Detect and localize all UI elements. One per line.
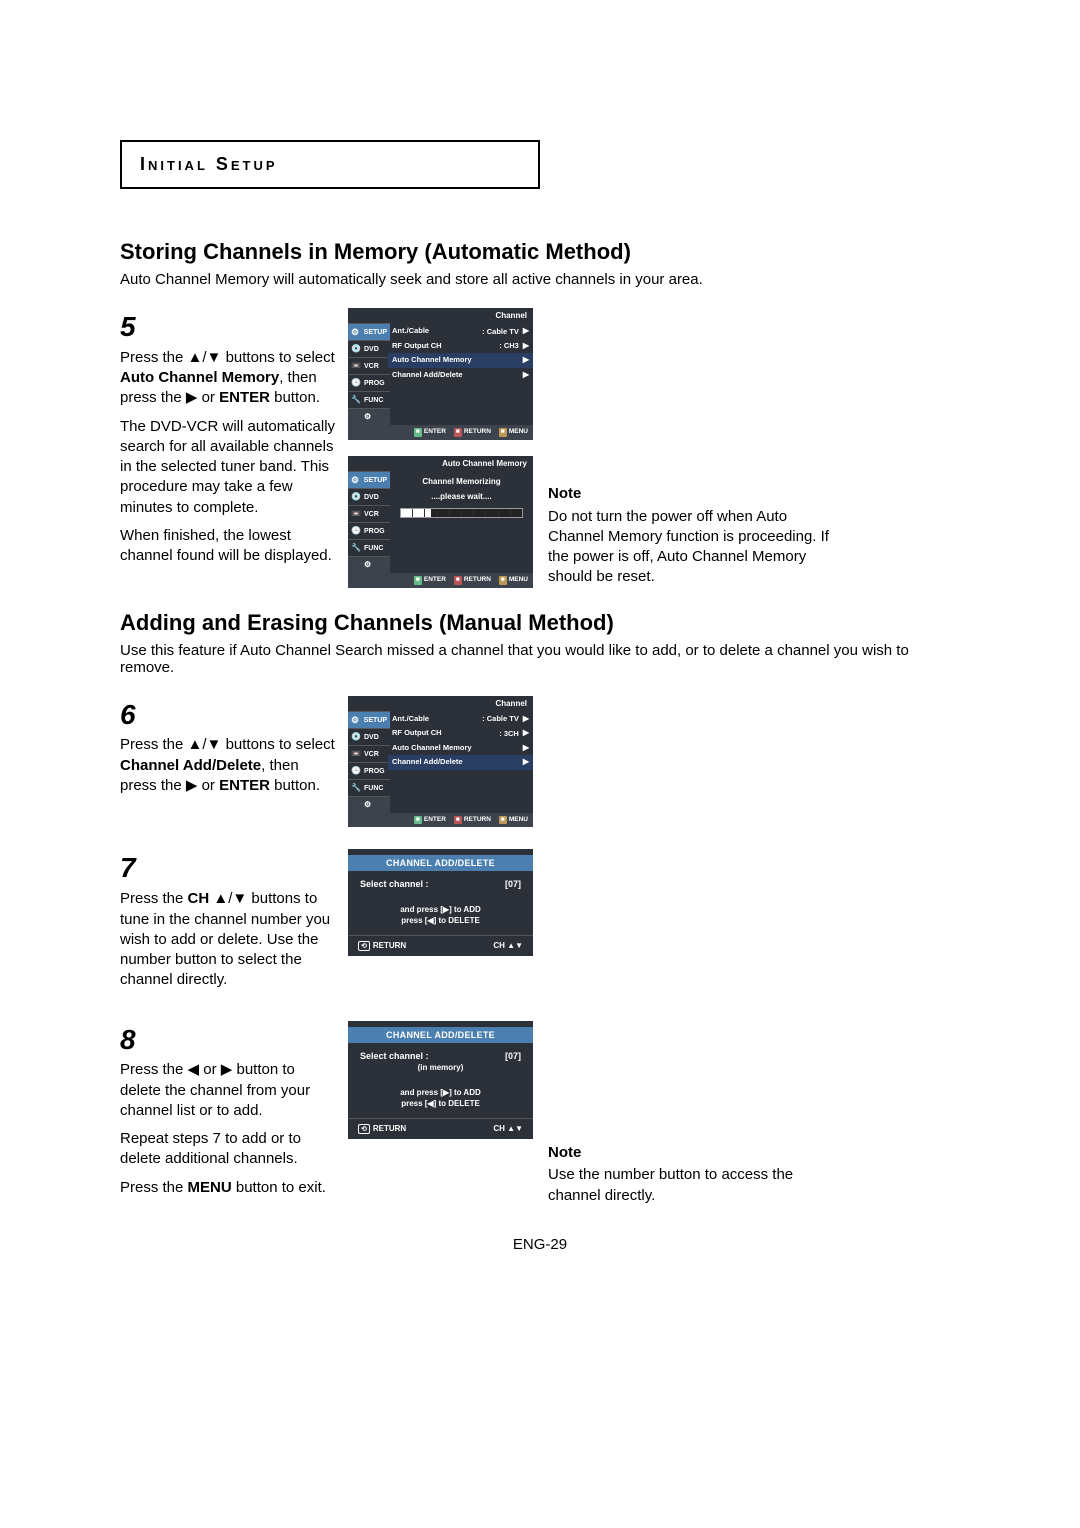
osd-title: Channel (348, 696, 533, 711)
osd-tabs: SETUP DVD VCR PROG FUNC (348, 323, 390, 425)
settings-icon (364, 412, 374, 422)
return-icon: ⟲ (358, 941, 370, 951)
left-icon: ◀ (188, 1061, 200, 1078)
instr-delete: press [◀] to DELETE (360, 1099, 521, 1108)
clock-icon (351, 378, 361, 388)
ch-updown: CH ▲▼ (493, 1124, 523, 1134)
step7-row: 7 Press the CH ▲/▼ buttons to tune in th… (120, 849, 960, 998)
note-text: Do not turn the power off when Auto Chan… (548, 507, 843, 588)
chevron-right-icon: ▶ (523, 326, 529, 336)
step8-p3: Press the MENU button to exit. (120, 1178, 338, 1198)
note1: Note Do not turn the power off when Auto… (548, 484, 843, 587)
step8-p1: Press the ◀ or ▶ button to delete the ch… (120, 1060, 338, 1121)
gear-icon (351, 475, 361, 485)
osd-title: Auto Channel Memory (348, 456, 533, 471)
disc-icon (351, 492, 361, 502)
header-title: Initial Setup (140, 154, 278, 174)
progress-bar (400, 508, 523, 518)
osd-channel-menu: Channel SETUP DVD VCR PROG FUNC Ant./Cab… (348, 308, 533, 440)
tape-icon (351, 361, 361, 371)
step5-p1: Press the ▲/▼ buttons to select Auto Cha… (120, 348, 338, 409)
step5-screens: Channel SETUP DVD VCR PROG FUNC Ant./Cab… (348, 308, 538, 588)
note-label: Note (548, 484, 843, 504)
step7-number: 7 (120, 849, 338, 887)
section1-heading: Storing Channels in Memory (Automatic Me… (120, 239, 960, 265)
page-number: ENG-29 (120, 1236, 960, 1253)
step6-text: 6 Press the ▲/▼ buttons to select Channe… (120, 696, 338, 828)
step8-number: 8 (120, 1021, 338, 1059)
step7-text: 7 Press the CH ▲/▼ buttons to tune in th… (120, 849, 338, 998)
progress-area: Channel Memorizing ....please wait.... (390, 471, 533, 573)
osd-heading: CHANNEL ADD/DELETE (348, 855, 533, 871)
disc-icon (351, 732, 361, 742)
section1-intro: Auto Channel Memory will automatically s… (120, 271, 960, 288)
tape-icon (351, 509, 361, 519)
return-icon: ⟲ (358, 1124, 370, 1134)
chevron-right-icon: ▶ (523, 714, 529, 724)
step5-p2: The DVD-VCR will automatically search fo… (120, 417, 338, 518)
func-icon (351, 395, 361, 405)
instr-add: and press [▶] to ADD (360, 905, 521, 914)
chevron-right-icon: ▶ (523, 757, 529, 767)
osd-auto-channel-memory: Auto Channel Memory SETUP DVD VCR PROG F… (348, 456, 533, 588)
gear-icon (351, 327, 361, 337)
section2-heading: Adding and Erasing Channels (Manual Meth… (120, 610, 960, 636)
osd-footer: ■ENTER ■RETURN ■MENU (348, 425, 533, 439)
gear-icon (351, 715, 361, 725)
settings-icon (364, 560, 374, 570)
osd-channel-add-delete-2: CHANNEL ADD/DELETE Select channel :[07] … (348, 1021, 533, 1139)
right-icon: ▶ (221, 1061, 233, 1078)
step5-text: 5 Press the ▲/▼ buttons to select Auto C… (120, 308, 338, 588)
manual-page: Initial Setup Storing Channels in Memory… (0, 0, 1080, 1293)
osd-heading: CHANNEL ADD/DELETE (348, 1027, 533, 1043)
instr-add: and press [▶] to ADD (360, 1088, 521, 1097)
disc-icon (351, 344, 361, 354)
settings-icon (364, 800, 374, 810)
osd-channel-add-delete: CHANNEL ADD/DELETE Select channel :[07] … (348, 849, 533, 956)
step5-row: 5 Press the ▲/▼ buttons to select Auto C… (120, 308, 960, 588)
chevron-right-icon: ▶ (523, 743, 529, 753)
note-label: Note (548, 1143, 843, 1163)
step5-number: 5 (120, 308, 338, 346)
note2: Note Use the number button to access the… (548, 1143, 843, 1206)
osd-channel-menu-2: Channel SETUP DVD VCR PROG FUNC Ant./Cab… (348, 696, 533, 828)
in-memory-label: (in memory) (360, 1063, 521, 1072)
play-icon: ▶ (186, 389, 198, 406)
step8-text: 8 Press the ◀ or ▶ button to delete the … (120, 1021, 338, 1206)
step7-p1: Press the CH ▲/▼ buttons to tune in the … (120, 889, 338, 990)
func-icon (351, 543, 361, 553)
ch-updown: CH ▲▼ (493, 941, 523, 951)
note-text: Use the number button to access the chan… (548, 1165, 843, 1206)
osd-footer: ■ENTER ■RETURN ■MENU (348, 573, 533, 587)
step8-p2: Repeat steps 7 to add or to delete addit… (120, 1129, 338, 1170)
step6-p1: Press the ▲/▼ buttons to select Channel … (120, 735, 338, 796)
clock-icon (351, 526, 361, 536)
header-box: Initial Setup (120, 140, 540, 189)
osd-list: Ant./Cable: Cable TV▶ RF Output CH: CH3▶… (390, 323, 533, 425)
instr-delete: press [◀] to DELETE (360, 916, 521, 925)
step5-p3: When finished, the lowest channel found … (120, 526, 338, 567)
tape-icon (351, 749, 361, 759)
clock-icon (351, 766, 361, 776)
up-down-icon: ▲/▼ (188, 736, 222, 753)
up-down-icon: ▲/▼ (188, 349, 222, 366)
play-icon: ▶ (186, 777, 198, 794)
step6-number: 6 (120, 696, 338, 734)
func-icon (351, 783, 361, 793)
chevron-right-icon: ▶ (523, 355, 529, 365)
chevron-right-icon: ▶ (523, 728, 529, 738)
chevron-right-icon: ▶ (523, 341, 529, 351)
section2-intro: Use this feature if Auto Channel Search … (120, 642, 960, 676)
chevron-right-icon: ▶ (523, 370, 529, 380)
up-down-icon: ▲/▼ (213, 890, 247, 907)
osd-title: Channel (348, 308, 533, 323)
step8-row: 8 Press the ◀ or ▶ button to delete the … (120, 1021, 960, 1206)
step6-row: 6 Press the ▲/▼ buttons to select Channe… (120, 696, 960, 828)
